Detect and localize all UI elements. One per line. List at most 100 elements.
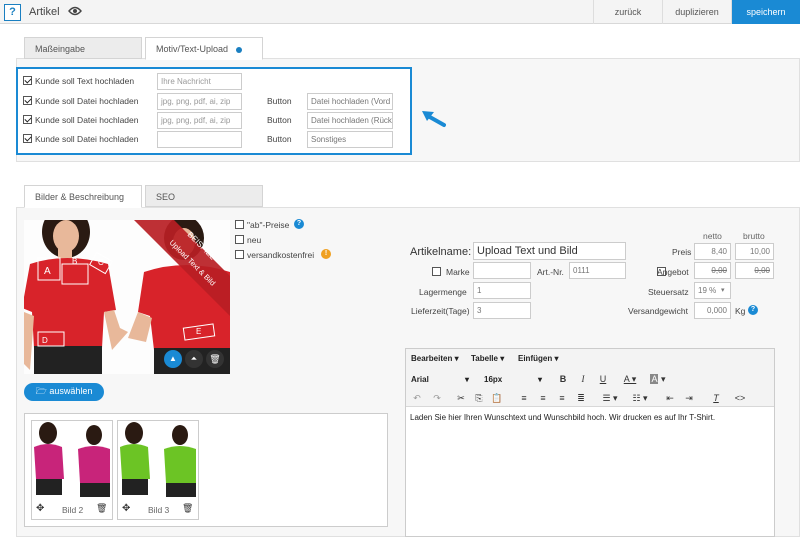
file-types-input-2[interactable]: jpg, png, pdf, ai, zip xyxy=(157,112,242,129)
redo-icon[interactable]: ↷ xyxy=(431,393,443,404)
back-button[interactable]: zurück xyxy=(593,0,662,24)
flag-versandkostenfrei: versandkostenfrei ! xyxy=(235,249,331,260)
button-text-input-1[interactable]: Datei hochladen (Vord xyxy=(307,93,393,110)
thumb-bild-3[interactable]: ✥ Bild 3 🗑 xyxy=(117,420,199,520)
checkbox-text-upload[interactable] xyxy=(23,76,32,85)
paste-icon[interactable]: 📋 xyxy=(491,393,503,404)
menu-tabelle[interactable]: Tabelle ▾ xyxy=(471,354,504,363)
article-name-input[interactable]: Upload Text und Bild xyxy=(473,242,626,260)
select-image-button[interactable]: 🗁 auswählen xyxy=(24,383,104,401)
stock-label: Lagermenge xyxy=(419,287,467,297)
align-justify-icon[interactable]: ≣ xyxy=(575,393,587,404)
weight-label: Versandgewicht xyxy=(628,306,689,316)
main-image[interactable]: BEISPIEL Upload Text & Bild A B C D E ▲ … xyxy=(24,220,230,374)
clear-format-icon[interactable]: T xyxy=(710,393,722,403)
outdent-icon[interactable]: ⇤ xyxy=(664,393,676,404)
tab-seo[interactable]: SEO xyxy=(145,185,263,207)
weight-unit: Kg xyxy=(735,306,746,316)
source-code-icon[interactable]: <> xyxy=(734,393,746,403)
flag-ab-prices: "ab"-Preise ? xyxy=(235,219,304,230)
checkbox-neu[interactable] xyxy=(235,235,244,244)
mark-b: B xyxy=(72,257,78,266)
tax-select[interactable]: 19 % ▾ xyxy=(694,282,731,299)
menu-bearbeiten[interactable]: Bearbeiten ▾ xyxy=(411,354,459,363)
move-icon[interactable]: ✥ xyxy=(122,503,130,514)
upload-row-4: Kunde soll Datei hochladen Button Sonsti… xyxy=(23,131,393,148)
save-button[interactable]: speichern xyxy=(731,0,800,24)
align-left-icon[interactable]: ≡ xyxy=(518,393,530,403)
text-color-icon[interactable]: A ▾ xyxy=(620,374,640,385)
checkbox-file-upload-1[interactable] xyxy=(23,96,32,105)
offer-netto-input[interactable]: 0,00 xyxy=(694,262,731,279)
menu-einfuegen[interactable]: Einfügen ▾ xyxy=(518,354,558,363)
checkbox-ab-prices[interactable] xyxy=(235,220,244,229)
checkbox-file-upload-3[interactable] xyxy=(23,134,32,143)
tax-label: Steuersatz xyxy=(648,287,689,297)
button-text-input-3[interactable]: Sonstiges xyxy=(307,131,393,148)
warning-icon[interactable]: ! xyxy=(321,249,331,259)
underline-icon[interactable]: U xyxy=(597,374,609,384)
size-select[interactable]: 16px ▾ xyxy=(484,375,546,384)
price-netto-input[interactable]: 8,40 xyxy=(694,243,731,260)
row-label: Kunde soll Datei hochladen xyxy=(35,134,139,144)
bold-icon[interactable]: B xyxy=(557,374,569,384)
stock-input[interactable]: 1 xyxy=(473,282,531,299)
col-netto: netto xyxy=(703,231,722,241)
font-value: Arial xyxy=(411,375,429,384)
duplicate-button[interactable]: duplizieren xyxy=(662,0,731,24)
help-icon[interactable]: ? xyxy=(748,305,758,315)
file-types-input-1[interactable]: jpg, png, pdf, ai, zip xyxy=(157,93,242,110)
button-text-input-2[interactable]: Datei hochladen (Rück xyxy=(307,112,393,129)
trash-icon[interactable]: 🗑 xyxy=(206,350,224,368)
trash-icon[interactable]: 🗑 xyxy=(182,503,193,514)
col-brutto: brutto xyxy=(743,231,765,241)
tab-bilder[interactable]: Bilder & Beschreibung xyxy=(24,185,142,208)
thumb-label: Bild 2 xyxy=(62,505,84,515)
thumb-label: Bild 3 xyxy=(148,505,170,515)
move-up-icon[interactable]: ▲ xyxy=(164,350,182,368)
eye-icon[interactable] xyxy=(68,6,82,18)
offer-brutto-input[interactable]: 0,00 xyxy=(735,262,774,279)
chevron-down-icon: ▾ xyxy=(538,375,543,384)
flag-neu: neu xyxy=(235,234,261,245)
checkbox-file-upload-2[interactable] xyxy=(23,115,32,124)
editor-content[interactable]: Laden Sie hier Ihren Wunschtext und Wuns… xyxy=(410,413,770,422)
cut-icon[interactable]: ✂ xyxy=(455,393,467,404)
artnr-input[interactable]: 0111 xyxy=(569,262,626,279)
button-label: Button xyxy=(267,115,292,125)
align-right-icon[interactable]: ≡ xyxy=(556,393,568,403)
checkbox-marke[interactable] xyxy=(432,267,441,276)
row-label: Kunde soll Datei hochladen xyxy=(35,115,139,125)
delivery-input[interactable]: 3 xyxy=(473,302,531,319)
font-select[interactable]: Arial ▾ xyxy=(411,375,473,384)
file-types-input-3[interactable] xyxy=(157,131,242,148)
move-icon[interactable]: ✥ xyxy=(36,503,44,514)
artnr-label: Art.-Nr. xyxy=(537,267,564,277)
size-value: 16px xyxy=(484,375,503,384)
move-top-icon[interactable]: ⏶ xyxy=(185,350,203,368)
brand-input[interactable] xyxy=(473,262,531,279)
highlight-color-icon[interactable]: A ▾ xyxy=(648,374,668,385)
undo-icon[interactable]: ↶ xyxy=(411,393,423,404)
thumb-bild-2[interactable]: ✥ Bild 2 🗑 xyxy=(31,420,113,520)
trash-icon[interactable]: 🗑 xyxy=(96,503,107,514)
weight-input[interactable]: 0,000 xyxy=(694,302,731,319)
flag-label: versandkostenfrei xyxy=(247,250,315,260)
help-button[interactable]: ? xyxy=(4,4,21,21)
italic-icon[interactable]: I xyxy=(577,374,589,384)
article-name-label: Artikelname: xyxy=(410,246,472,258)
checkbox-versandkostenfrei[interactable] xyxy=(235,250,244,259)
numbered-list-icon[interactable]: ☷ ▾ xyxy=(630,393,650,404)
price-brutto-input[interactable]: 10,00 xyxy=(735,243,774,260)
bullet-list-icon[interactable]: ☰ ▾ xyxy=(600,393,620,404)
tab-masseingabe[interactable]: Maßeingabe xyxy=(24,37,142,59)
text-placeholder-input[interactable]: Ihre Nachricht xyxy=(157,73,242,90)
mark-e: E xyxy=(196,327,202,336)
copy-icon[interactable]: ⎘ xyxy=(473,393,485,404)
tab-motiv-upload[interactable]: Motiv/Text-Upload xyxy=(145,37,263,60)
help-icon[interactable]: ? xyxy=(294,219,304,229)
upload-row-2: Kunde soll Datei hochladen jpg, png, pdf… xyxy=(23,93,393,110)
menu-label: Bearbeiten xyxy=(411,354,453,363)
align-center-icon[interactable]: ≡ xyxy=(537,393,549,403)
indent-icon[interactable]: ⇥ xyxy=(683,393,695,404)
